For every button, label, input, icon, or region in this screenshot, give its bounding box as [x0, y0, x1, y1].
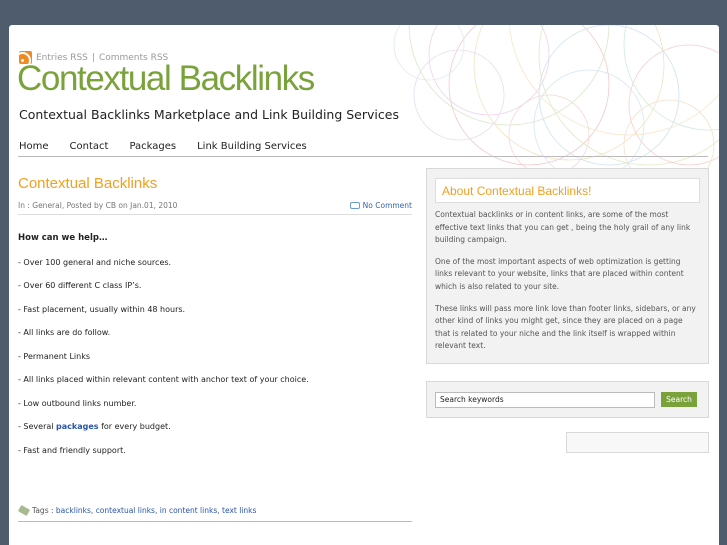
list-item: - Fast placement, usually within 48 hour… — [18, 304, 186, 314]
list-item: - Over 100 general and niche sources. — [18, 257, 172, 267]
list-item: - Fast and friendly support. — [18, 445, 126, 455]
tag-link-text-links[interactable]: text links — [222, 506, 256, 515]
about-paragraph: One of the most important aspects of web… — [435, 256, 684, 291]
page-container: Entries RSS | Comments RSS Contextual Ba… — [9, 25, 719, 545]
comment-icon — [349, 202, 360, 209]
packages-prefix: - Several — [18, 422, 54, 431]
packages-suffix: for every budget. — [101, 422, 171, 431]
list-item: - All links are do follow. — [18, 328, 111, 337]
site-title[interactable]: Contextual Backlinks — [17, 59, 315, 99]
nav-item-home[interactable]: Home — [19, 141, 49, 152]
nav-item-contact[interactable]: Contact — [70, 141, 109, 152]
meta-divider — [18, 214, 412, 215]
tag-link-contextual-links[interactable]: contextual links — [96, 506, 155, 515]
site-tagline: Contextual Backlinks Marketplace and Lin… — [19, 107, 399, 122]
about-paragraph: Contextual backlinks or in content links… — [435, 210, 691, 245]
tag-link-backlinks[interactable]: backlinks — [56, 506, 91, 515]
comments-label: No Comment — [362, 201, 412, 210]
post-heading: How can we help… — [18, 233, 108, 243]
post-meta-row: In : General, Posted by CB on Jan.01, 20… — [18, 201, 412, 210]
list-item: - All links placed within relevant conte… — [18, 375, 309, 384]
nav-divider — [18, 156, 708, 157]
about-text: Contextual backlinks or in content links… — [435, 209, 700, 353]
post-meta: In : General, Posted by CB on Jan.01, 20… — [18, 201, 178, 210]
main-nav: Home Contact Packages Link Building Serv… — [19, 141, 328, 152]
list-item: - Low outbound links number. — [18, 398, 137, 408]
tag-link-in-content-links[interactable]: in content links — [160, 506, 218, 515]
post-body: How can we help… - Over 100 general and … — [18, 233, 412, 455]
about-paragraph: These links will pass more link love tha… — [435, 303, 696, 351]
tags-divider — [18, 521, 412, 522]
list-item-packages: - Several packages for every budget. — [18, 422, 412, 431]
about-widget: About Contextual Backlinks! Contextual b… — [426, 168, 709, 364]
list-item: - Over 60 different C class IP’s. — [18, 281, 142, 290]
search-button[interactable]: Search — [661, 392, 697, 407]
empty-widget — [566, 432, 709, 453]
list-item: - Permanent Links — [18, 351, 91, 361]
post: Contextual Backlinks In : General, Poste… — [18, 175, 412, 469]
post-title[interactable]: Contextual Backlinks — [18, 175, 412, 192]
search-input[interactable] — [435, 391, 655, 408]
nav-item-packages[interactable]: Packages — [129, 141, 176, 152]
tag-icon — [17, 504, 31, 517]
post-tags: Tags : backlinks, contextual links, in c… — [17, 504, 256, 517]
packages-link[interactable]: packages — [56, 422, 99, 431]
comments-link[interactable]: No Comment — [349, 201, 412, 210]
about-title: About Contextual Backlinks! — [435, 178, 700, 203]
tags-label: Tags : — [32, 506, 54, 515]
nav-item-link-building-services[interactable]: Link Building Services — [197, 141, 307, 152]
search-widget: Search — [426, 381, 709, 418]
